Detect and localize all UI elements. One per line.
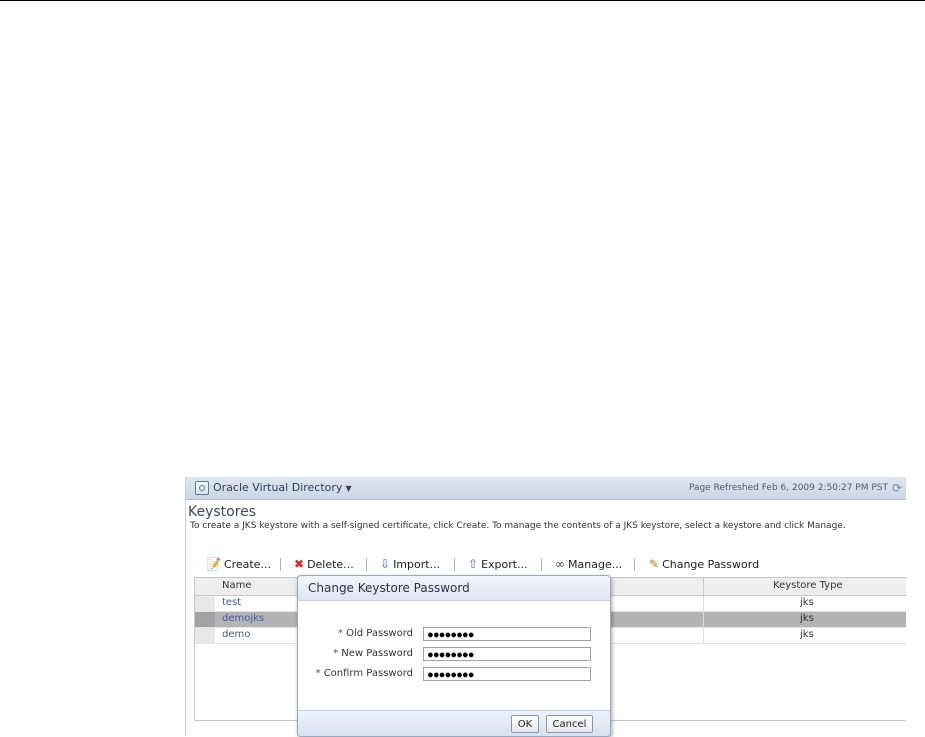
- page-instructions: To create a JKS keystore with a self-sig…: [190, 521, 846, 531]
- target-icon: [195, 481, 209, 495]
- keystore-type: jks: [800, 629, 814, 640]
- keystore-type: jks: [800, 613, 814, 624]
- row-selector[interactable]: [195, 596, 215, 611]
- refresh-icon[interactable]: ⟳: [892, 481, 902, 495]
- target-menu[interactable]: Oracle Virtual Directory ▼: [213, 481, 352, 494]
- keystore-name-link[interactable]: demojks: [222, 613, 264, 624]
- dropdown-arrow-icon[interactable]: ▼: [345, 484, 351, 493]
- export-button[interactable]: ⇧ Export...: [468, 554, 528, 574]
- row-selector[interactable]: [195, 612, 215, 627]
- ok-button[interactable]: OK: [511, 715, 539, 733]
- toolbar-separator: [280, 558, 281, 571]
- page-title: Keystores: [188, 504, 257, 520]
- keystore-name-link[interactable]: test: [222, 597, 241, 608]
- row-selector[interactable]: [195, 628, 215, 643]
- required-marker: *: [315, 668, 321, 679]
- target-menubar: Oracle Virtual Directory ▼ Page Refreshed…: [186, 477, 906, 500]
- import-button[interactable]: ⇩ Import...: [380, 554, 440, 574]
- toolbar-separator: [634, 558, 635, 571]
- export-icon: ⇧: [468, 557, 479, 571]
- manage-glasses-icon: ∞: [555, 557, 565, 571]
- dialog-footer: OK Cancel: [298, 710, 610, 736]
- pencil-icon: ✎: [649, 557, 660, 571]
- dialog-title: Change Keystore Password: [308, 581, 470, 595]
- top-rule: [0, 0, 925, 1]
- keystore-toolbar: 📝 Create... ✖ Delete... ⇩ Import... ⇧ Export…: [194, 554, 904, 574]
- column-divider: [703, 596, 704, 611]
- delete-button[interactable]: ✖ Delete...: [294, 554, 354, 574]
- required-marker: *: [337, 628, 343, 639]
- cancel-button[interactable]: Cancel: [546, 715, 593, 733]
- confirm-password-label: * Confirm Password: [315, 668, 414, 679]
- create-button[interactable]: 📝 Create...: [206, 554, 271, 574]
- page-refreshed-text: Page Refreshed Feb 6, 2009 2:50:27 PM PS…: [688, 483, 888, 493]
- column-header-keystore-type[interactable]: Keystore Type: [773, 580, 843, 591]
- create-icon: 📝: [206, 557, 221, 571]
- required-marker: *: [333, 648, 339, 659]
- manage-button[interactable]: ∞ Manage...: [555, 554, 622, 574]
- column-divider: [703, 628, 704, 643]
- keystore-type: jks: [800, 597, 814, 608]
- delete-icon: ✖: [294, 557, 305, 571]
- new-password-field[interactable]: ●●●●●●●●: [423, 647, 591, 661]
- confirm-password-field[interactable]: ●●●●●●●●: [423, 667, 591, 681]
- change-password-button[interactable]: ✎ Change Password: [649, 554, 759, 574]
- import-icon: ⇩: [380, 557, 391, 571]
- old-password-label: * Old Password: [337, 628, 413, 639]
- toolbar-separator: [454, 558, 455, 571]
- change-keystore-password-dialog: Change Keystore Password * Old Password …: [297, 575, 611, 737]
- toolbar-separator: [541, 558, 542, 571]
- column-header-name[interactable]: Name: [222, 580, 252, 591]
- new-password-label: * New Password: [333, 648, 413, 659]
- column-divider: [703, 578, 704, 595]
- keystore-name-link[interactable]: demo: [222, 629, 250, 640]
- dialog-header: Change Keystore Password: [298, 576, 610, 601]
- old-password-field[interactable]: ●●●●●●●●: [423, 627, 591, 641]
- toolbar-separator: [366, 558, 367, 571]
- column-divider: [703, 612, 704, 627]
